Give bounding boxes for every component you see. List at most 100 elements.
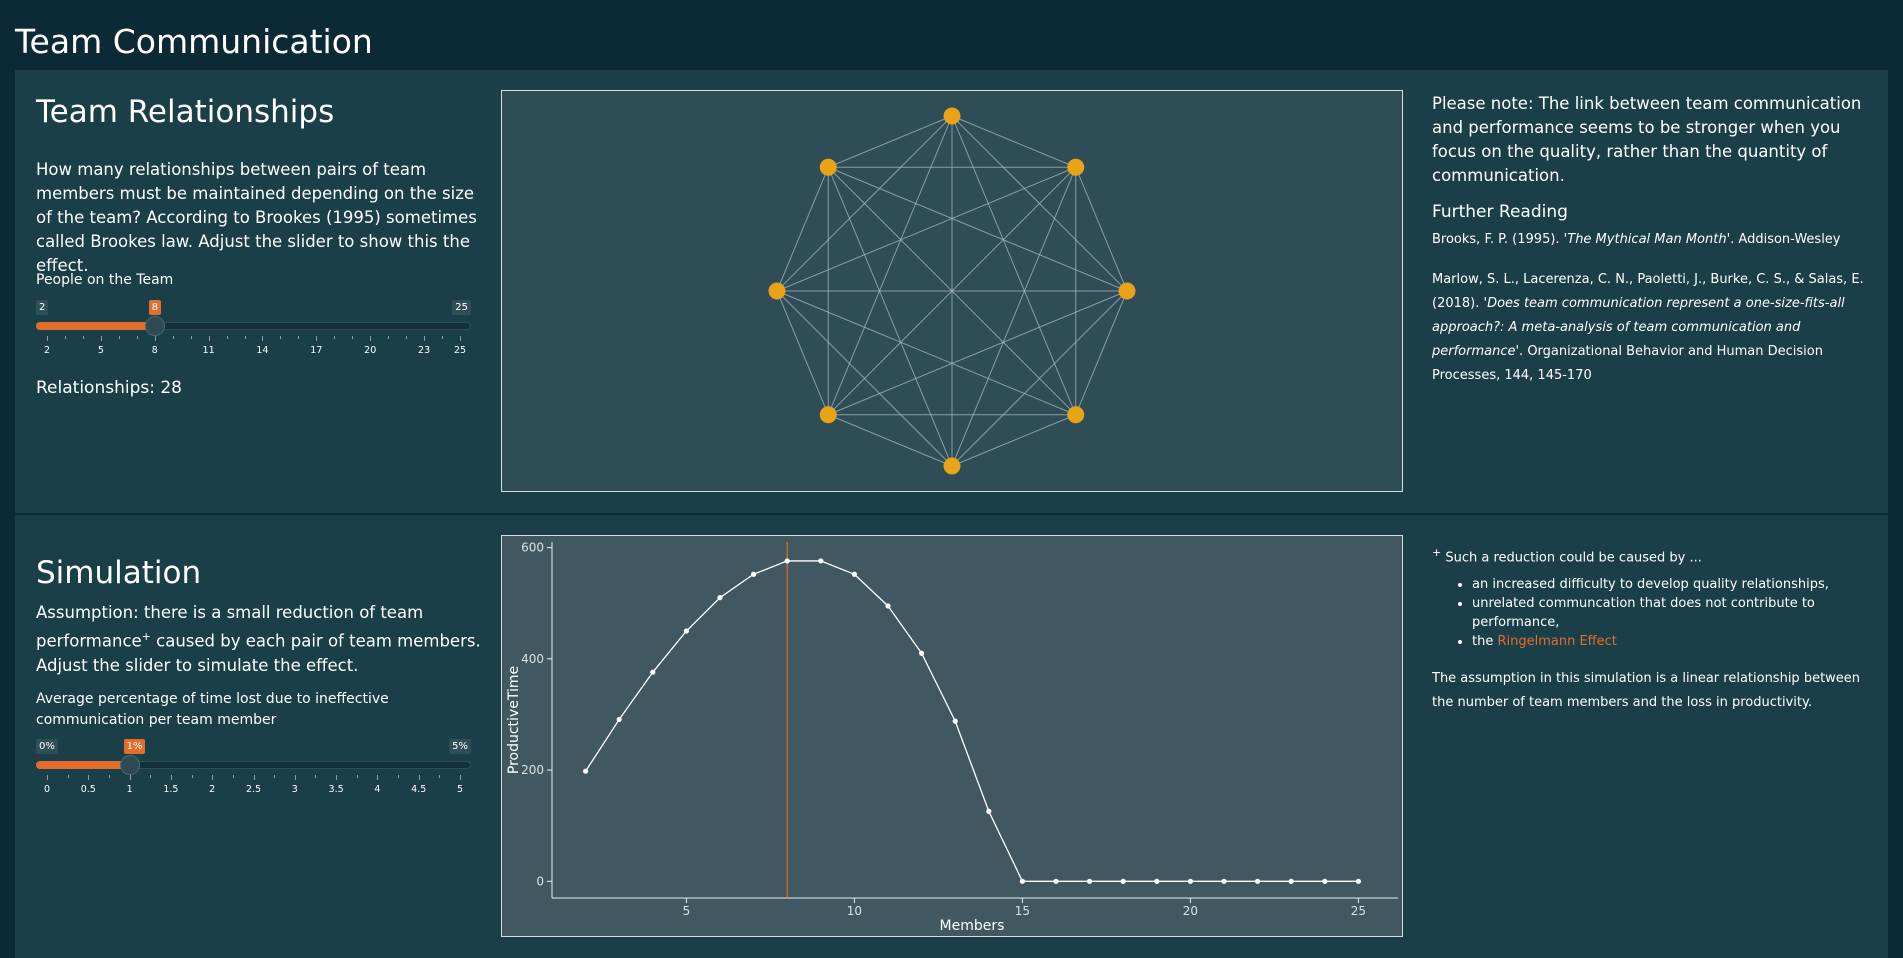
slider-tick-label: 2	[43, 345, 51, 356]
data-point	[818, 558, 824, 564]
slider-tick-label: 25	[453, 345, 467, 356]
data-point	[1053, 878, 1059, 884]
y-tick-label: 200	[521, 763, 544, 777]
slider-tick-label: 14	[256, 345, 269, 356]
productive-time-line	[585, 560, 1359, 882]
slider-minor-tick	[442, 336, 444, 339]
time-lost-label: Average percentage of time lost due to i…	[36, 691, 389, 728]
slider-handle[interactable]	[119, 755, 140, 775]
section-title: Simulation	[36, 555, 202, 591]
slider-min-label: 2	[36, 300, 49, 315]
slider-tick-label: 1	[126, 784, 133, 795]
network-edge	[827, 167, 953, 467]
network-node	[943, 457, 961, 475]
slider-tick-label: 0.5	[80, 784, 96, 795]
slider-tick-label: 5	[456, 784, 464, 795]
data-point	[717, 595, 723, 601]
slider-max-label: 5%	[449, 739, 471, 754]
slider-minor-tick	[352, 336, 354, 339]
slider-tick-label: 5	[97, 345, 104, 356]
chart-svg: 0 200 400 600 5 10 15 20 25 Members ProductiveTime	[506, 541, 1398, 934]
data-point	[1154, 878, 1160, 884]
network-node	[1118, 282, 1136, 300]
network-edge	[776, 290, 1076, 416]
slider-minor-tick	[64, 336, 66, 339]
slider-tick	[88, 775, 90, 780]
slider-tick	[377, 775, 379, 780]
slider-tick	[336, 775, 338, 780]
slider-minor-tick	[67, 775, 69, 778]
time-lost-slider[interactable]: 0% 5% 1% 0 0.5 1 1.5 2 2.5 3 3.5 4 4.5 5	[36, 739, 471, 799]
team-size-slider[interactable]: 2 25 8 2 5 8 11 14 17 20 23 25	[36, 300, 471, 360]
slider-minor-tick	[334, 336, 336, 339]
slider-tick	[262, 336, 264, 341]
slider-minor-tick	[388, 336, 390, 339]
data-point	[986, 808, 992, 814]
data-point	[784, 558, 790, 564]
section-title: Team Relationships	[36, 94, 335, 130]
ref-text: Brooks, F. P. (1995). '	[1432, 232, 1568, 247]
slider-tick-label: 2.5	[245, 784, 262, 795]
y-axis-label: ProductiveTime	[506, 666, 522, 774]
slider-minor-tick	[82, 336, 84, 339]
slider-minor-tick	[226, 336, 228, 339]
slider-tick-label: 17	[310, 345, 323, 356]
y-tick-label: 0	[536, 874, 544, 888]
team-size-label: People on the Team	[36, 272, 174, 288]
x-axis-label: Members	[940, 918, 1005, 934]
data-point	[650, 669, 656, 675]
slider-tick-label: 3.5	[328, 784, 344, 795]
footnote-intro-text: Such a reduction could be caused by ...	[1445, 550, 1702, 566]
slider-tick	[418, 775, 420, 780]
quality-note: Please note: The link between team commu…	[1432, 94, 1862, 185]
slider-minor-tick	[150, 775, 152, 778]
slider-minor-tick	[406, 336, 408, 339]
slider-tick	[316, 336, 318, 341]
data-point	[1019, 878, 1025, 884]
slider-minor-tick	[398, 775, 400, 778]
slider-tick-label: 3	[291, 784, 298, 795]
slider-minor-tick	[439, 775, 441, 778]
slider-tick	[47, 336, 48, 341]
slider-minor-tick	[244, 336, 246, 339]
slider-minor-tick	[274, 775, 276, 778]
app-title: Team Communication	[15, 22, 373, 61]
ringelmann-link[interactable]: Ringelmann Effect	[1497, 634, 1616, 649]
slider-tick	[370, 336, 372, 341]
x-tick-label: 25	[1351, 904, 1366, 918]
data-point	[1322, 878, 1328, 884]
slider-tick	[460, 336, 461, 341]
slider-value-label: 8	[148, 300, 162, 315]
data-point	[1221, 878, 1227, 884]
slider-tick	[294, 775, 296, 780]
network-edge	[827, 115, 953, 415]
data-point	[1187, 878, 1193, 884]
data-point	[1288, 878, 1294, 884]
network-node	[1067, 406, 1085, 424]
network-node	[819, 406, 837, 424]
slider-minor-tick	[298, 336, 300, 339]
x-tick-label: 20	[1183, 904, 1198, 918]
slider-minor-tick	[108, 775, 110, 778]
slider-tick	[129, 775, 131, 780]
slider-tick	[212, 775, 214, 780]
slider-handle[interactable]	[144, 316, 165, 336]
slider-tick-label: 23	[418, 345, 431, 356]
network-edge	[776, 166, 1076, 292]
slider-tick-label: 11	[202, 345, 215, 356]
slider-minor-tick	[190, 336, 192, 339]
network-node	[768, 282, 786, 300]
data-point	[952, 718, 958, 724]
slider-minor-tick	[232, 775, 234, 778]
data-point	[616, 716, 622, 723]
slider-tick	[154, 336, 156, 341]
slider-tick-label: 8	[151, 345, 158, 356]
relationships-count: Relationships: 28	[36, 378, 182, 398]
network-edge	[951, 115, 1077, 415]
reference-marlow: Marlow, S. L., Lacerenza, C. N., Paolett…	[1432, 268, 1872, 388]
list-item: the Ringelmann Effect	[1472, 632, 1872, 651]
slider-tick-label: 4.5	[411, 784, 427, 795]
slider-tick-label: 2	[209, 784, 216, 795]
slider-minor-tick	[118, 336, 120, 339]
footnote-mark: +	[1432, 546, 1442, 559]
